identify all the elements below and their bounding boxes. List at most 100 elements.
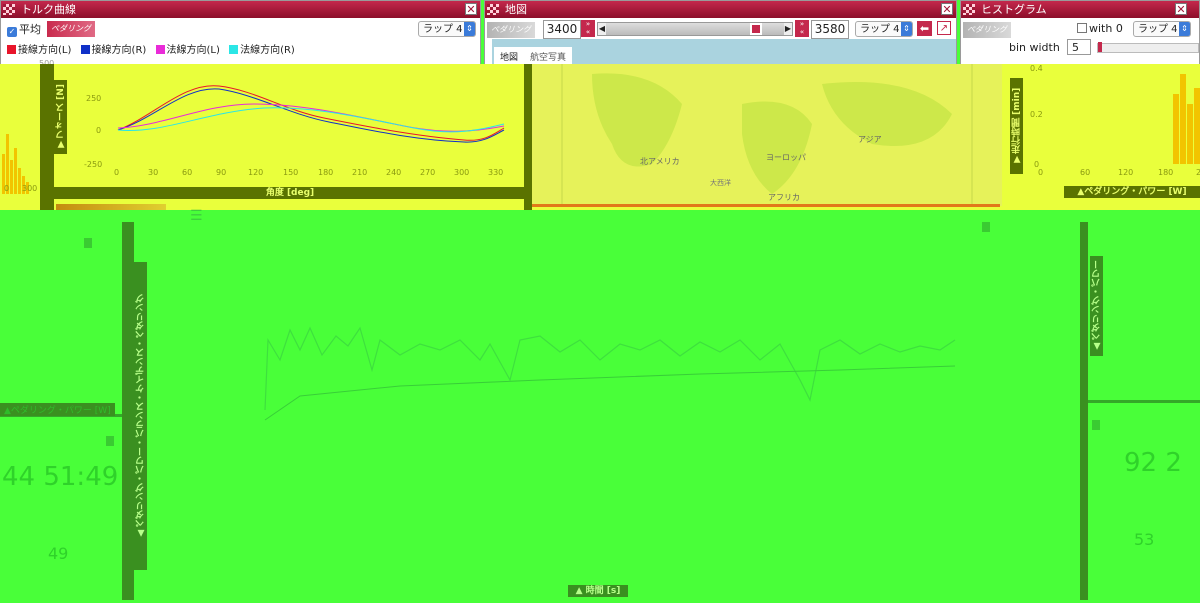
torque-x-ticks: 0 30 60 90 120 150 180 210 240 270 300 3… bbox=[114, 168, 514, 180]
tab-aerial[interactable]: 航空写真 bbox=[524, 53, 572, 63]
close-icon[interactable]: ✕ bbox=[941, 3, 953, 16]
left-timer: 44 51:49 bbox=[2, 462, 119, 492]
right-histogram-area: ▼走行時間 [min] 0.4 0.2 0 0 60 120 180 240 ▲… bbox=[1008, 64, 1200, 206]
histogram-bars bbox=[1173, 74, 1200, 164]
export-icon[interactable]: ↗ bbox=[937, 21, 951, 35]
torque-panel: トルク曲線 ✕ ✓ 平均 ペダリング ラップ 4 ⇕ 接線方向(L) 接線方向(R)… bbox=[0, 0, 481, 66]
back-arrow-icon[interactable]: ⬅ bbox=[917, 21, 932, 36]
legend-item[interactable]: 法線方向(R) bbox=[229, 45, 295, 56]
left-pane-divider bbox=[122, 222, 134, 600]
map-label-europe: ヨーロッパ bbox=[766, 153, 806, 162]
histogram-titlebar[interactable]: ヒストグラム ✕ bbox=[961, 1, 1199, 18]
legend-item[interactable]: 法線方向(L) bbox=[155, 45, 220, 56]
slider-right-handle-icon[interactable]: ▶ bbox=[784, 23, 792, 35]
x-tick: 60 bbox=[182, 168, 193, 177]
x-tick: 120 bbox=[1118, 168, 1134, 177]
right-row-divider bbox=[1088, 400, 1200, 403]
select-arrow-icon: ⇕ bbox=[464, 22, 475, 36]
map-title: 地図 bbox=[505, 3, 527, 16]
x-tick: 270 bbox=[420, 168, 436, 177]
range-start-input[interactable]: 3400 bbox=[543, 20, 581, 39]
x-tick: 90 bbox=[216, 168, 227, 177]
pedaling-logo: ペダリング bbox=[963, 22, 1011, 38]
x-tick: 300 bbox=[454, 168, 470, 177]
torque-chart-area: ▼フォース [N] 250 0 -250 0 30 60 90 120 150 … bbox=[54, 64, 526, 204]
left-hist-x-tick: 0 bbox=[4, 184, 10, 193]
select-arrow-icon: ⇕ bbox=[1179, 22, 1190, 36]
x-tick: 210 bbox=[352, 168, 368, 177]
histogram-x-axis-label: ▲ペダリング・パワー [W] bbox=[1064, 186, 1200, 198]
checker-icon bbox=[487, 4, 499, 15]
bin-width-label: bin width bbox=[1009, 41, 1060, 54]
step-forward-button[interactable]: » « bbox=[795, 20, 809, 37]
settings-icon[interactable] bbox=[106, 436, 114, 446]
map-titlebar[interactable]: 地図 ✕ bbox=[485, 1, 956, 18]
close-icon[interactable]: ✕ bbox=[1175, 3, 1187, 16]
legend-swatch-red bbox=[7, 45, 16, 54]
checkbox-checked-icon[interactable]: ✓ bbox=[7, 27, 17, 37]
step-back-button[interactable]: » « bbox=[581, 20, 595, 37]
slider-thumb[interactable] bbox=[1098, 42, 1102, 52]
left-number: 49 bbox=[48, 544, 69, 563]
x-tick: 120 bbox=[248, 168, 264, 177]
histogram-panel: ヒストグラム ✕ ペダリング with 0 ラップ 4 ⇕ bin width 5 bbox=[960, 0, 1200, 66]
map-lap-select[interactable]: ラップ 4 ⇕ bbox=[855, 21, 913, 37]
left-dark-divider bbox=[40, 64, 54, 214]
left-hist-x-tick: 300 bbox=[22, 184, 38, 193]
slider-thumb[interactable] bbox=[750, 23, 762, 35]
x-tick: 0 bbox=[114, 168, 120, 177]
x-tick: 180 bbox=[1158, 168, 1174, 177]
left-histogram-fragment: 0 300 bbox=[0, 64, 40, 214]
map-label-north-america: 北アメリカ bbox=[640, 157, 680, 166]
settings-icon[interactable] bbox=[982, 222, 990, 232]
with0-toggle[interactable]: with 0 bbox=[1077, 22, 1123, 35]
right-pane-divider bbox=[1080, 222, 1088, 600]
settings-icon[interactable] bbox=[84, 238, 92, 248]
map-label-africa: アフリカ bbox=[768, 193, 800, 202]
close-icon[interactable]: ✕ bbox=[465, 3, 477, 16]
histogram-title: ヒストグラム bbox=[981, 3, 1047, 16]
left-panel-label: ▲ペダリング・パワー [W] bbox=[0, 403, 115, 416]
menu-icon[interactable]: ☰ bbox=[190, 208, 203, 224]
right-number: 53 bbox=[1134, 530, 1155, 549]
map-label-atlantic: 大西洋 bbox=[710, 179, 731, 187]
torque-titlebar[interactable]: トルク曲線 ✕ bbox=[1, 1, 480, 18]
x-tick: 240 bbox=[1196, 168, 1200, 177]
checkbox-unchecked-icon[interactable] bbox=[1077, 23, 1087, 33]
x-tick: 0 bbox=[1038, 168, 1044, 177]
legend-swatch-magenta bbox=[155, 45, 165, 54]
x-tick: 30 bbox=[148, 168, 159, 177]
legend-item[interactable]: 接線方向(R) bbox=[80, 45, 146, 56]
checker-icon bbox=[963, 4, 975, 15]
x-tick: 330 bbox=[488, 168, 504, 177]
right-y-axis-label: ▲ペダリング・パワー bbox=[1090, 256, 1103, 356]
torque-title: トルク曲線 bbox=[21, 3, 76, 16]
settings-icon[interactable] bbox=[1092, 420, 1100, 430]
slider-left-handle-icon[interactable]: ◀ bbox=[598, 23, 606, 35]
torque-lap-select[interactable]: ラップ 4 ⇕ bbox=[418, 21, 476, 37]
checker-icon bbox=[3, 4, 15, 15]
main-x-axis-label: ▲ 時間 [s] bbox=[568, 585, 628, 597]
average-toggle[interactable]: ✓ 平均 bbox=[7, 21, 41, 37]
map-world-area[interactable]: 北アメリカ ヨーロッパ アジア 大西洋 アフリカ bbox=[532, 64, 1002, 206]
pedaling-logo: ペダリング bbox=[47, 21, 95, 37]
bin-width-slider[interactable] bbox=[1097, 42, 1199, 53]
world-landmass bbox=[561, 64, 973, 206]
x-tick: 150 bbox=[283, 168, 299, 177]
map-panel: 地図 ✕ ペダリング 3400 » « ◀ ▶ » « 3580 ラップ 4 ⇕ ⬅ … bbox=[484, 0, 957, 66]
range-slider[interactable]: ◀ ▶ bbox=[597, 22, 793, 36]
histogram-lap-select[interactable]: ラップ 4 ⇕ bbox=[1133, 21, 1191, 37]
x-tick: 180 bbox=[318, 168, 334, 177]
x-tick: 60 bbox=[1080, 168, 1091, 177]
torque-legend: 接線方向(L) 接線方向(R) 法線方向(L) 法線方向(R) bbox=[7, 41, 295, 56]
tab-map[interactable]: 地図 bbox=[494, 53, 524, 63]
bin-width-input[interactable]: 5 bbox=[1067, 39, 1091, 55]
separator-line bbox=[532, 204, 1000, 207]
average-label: 平均 bbox=[19, 23, 41, 36]
select-arrow-icon: ⇕ bbox=[901, 22, 912, 36]
right-numbers: 92 2 bbox=[1124, 448, 1182, 478]
range-end-input[interactable]: 3580 bbox=[811, 20, 849, 39]
legend-item[interactable]: 接線方向(L) bbox=[7, 45, 71, 56]
main-timeseries bbox=[264, 326, 956, 421]
x-tick: 240 bbox=[386, 168, 402, 177]
